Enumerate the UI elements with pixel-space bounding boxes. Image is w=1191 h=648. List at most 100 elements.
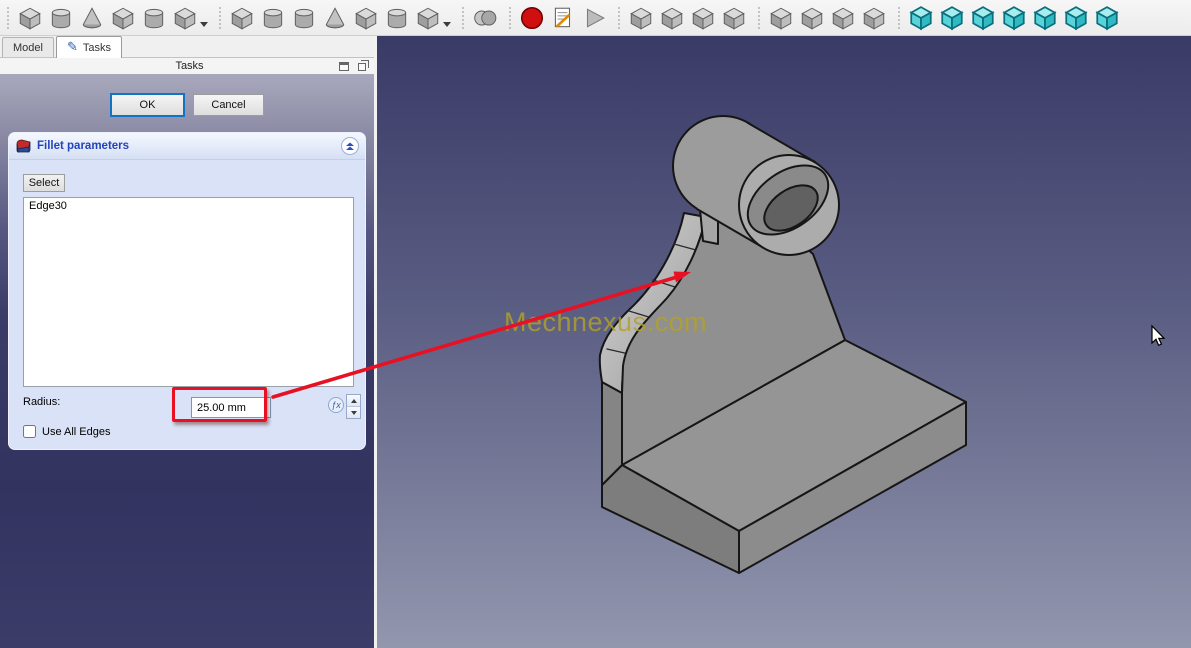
pocket-icon (230, 7, 253, 30)
radius-input[interactable] (191, 397, 271, 418)
additive-primitive-button[interactable] (169, 2, 200, 33)
groove-icon (294, 8, 313, 28)
mirrored-icon (769, 7, 792, 30)
multitransform-button[interactable] (858, 2, 889, 33)
view-isometric-icon (908, 5, 933, 30)
additive-pipe-button[interactable] (107, 2, 138, 33)
record-macro-button[interactable] (516, 2, 547, 33)
macro-tools-group (504, 0, 613, 36)
fillet-dialog-header: Fillet parameters (9, 133, 365, 160)
ok-button[interactable]: OK (110, 93, 185, 117)
thickness-button[interactable] (718, 2, 749, 33)
hole-icon (263, 8, 282, 28)
hole-button[interactable] (257, 2, 288, 33)
subtractive-primitive-button[interactable] (412, 2, 443, 33)
subtractive-primitive-icon (416, 7, 439, 30)
groove-button[interactable] (288, 2, 319, 33)
view-left-button[interactable] (1091, 2, 1122, 33)
edit-macro-icon (554, 7, 570, 28)
combo-view-sidebar: Model ✎ Tasks Tasks OK Cancel Fillet par… (0, 36, 374, 648)
chamfer-button[interactable] (656, 2, 687, 33)
use-all-edges-label: Use All Edges (42, 425, 111, 438)
view-isometric-button[interactable] (905, 2, 936, 33)
polar-pattern-icon (831, 7, 854, 30)
additive-helix-icon (144, 8, 163, 28)
subtractive-loft-icon (325, 6, 344, 28)
subtractive-loft-button[interactable] (319, 2, 350, 33)
record-macro-icon (520, 6, 543, 29)
transform-tools-group (753, 0, 893, 36)
collapse-section-button[interactable] (341, 137, 359, 155)
3d-viewport[interactable]: Mechnexus.com (377, 36, 1191, 648)
edit-macro-button[interactable] (547, 2, 578, 33)
view-right-button[interactable] (998, 2, 1029, 33)
additive-tools-group (2, 0, 214, 36)
additive-helix-button[interactable] (138, 2, 169, 33)
float-panel-icon[interactable] (358, 59, 369, 71)
view-top-icon (970, 5, 995, 30)
view-top-button[interactable] (967, 2, 998, 33)
fillet-button[interactable] (625, 2, 656, 33)
additive-primitive-dropdown-icon[interactable] (200, 22, 208, 27)
dock-panel-icon[interactable] (339, 61, 349, 71)
edge-list[interactable]: Edge30 (23, 197, 354, 387)
boolean-operation-button[interactable] (469, 2, 500, 33)
mouse-cursor (1151, 324, 1166, 347)
tab-model-label: Model (13, 41, 43, 54)
polar-pattern-button[interactable] (827, 2, 858, 33)
mirrored-button[interactable] (765, 2, 796, 33)
draft-icon (691, 7, 714, 30)
execute-macro-button[interactable] (578, 2, 609, 33)
subtractive-tools-group (214, 0, 457, 36)
dressup-tools-group (613, 0, 753, 36)
fillet-dialog-title: Fillet parameters (37, 140, 130, 152)
additive-loft-button[interactable] (76, 2, 107, 33)
revolution-icon (51, 8, 70, 28)
draft-button[interactable] (687, 2, 718, 33)
spin-down-button[interactable] (347, 406, 360, 418)
view-front-icon (939, 5, 964, 30)
pencil-icon: ✎ (66, 38, 78, 54)
select-edges-button[interactable]: Select (23, 174, 65, 192)
additive-primitive-icon (173, 7, 196, 30)
use-all-edges-checkbox[interactable] (23, 425, 36, 438)
cancel-button[interactable]: Cancel (193, 94, 264, 116)
linear-pattern-button[interactable] (796, 2, 827, 33)
boolean-tools-group (457, 0, 504, 36)
cursor-layer (1151, 324, 1166, 347)
view-left-icon (1094, 5, 1119, 30)
subtractive-helix-button[interactable] (381, 2, 412, 33)
fillet-parameters-dialog: Fillet parameters Select Edge30 Radius: … (8, 132, 366, 450)
additive-loft-icon (82, 6, 101, 28)
tab-model[interactable]: Model (2, 37, 54, 57)
subtractive-primitive-dropdown-icon[interactable] (443, 22, 451, 27)
main-toolbar (0, 0, 1191, 36)
boolean-operation-icon (473, 9, 496, 26)
tab-tasks[interactable]: ✎ Tasks (55, 36, 122, 58)
revolution-button[interactable] (45, 2, 76, 33)
additive-pipe-icon (111, 7, 134, 30)
arrow-down-icon (350, 410, 357, 415)
spin-up-button[interactable] (347, 395, 360, 406)
subtractive-helix-icon (387, 8, 406, 28)
thickness-icon (722, 7, 745, 30)
pocket-button[interactable] (226, 2, 257, 33)
chamfer-icon (660, 7, 683, 30)
view-rear-button[interactable] (1029, 2, 1060, 33)
pad-button[interactable] (14, 2, 45, 33)
view-right-icon (1001, 5, 1026, 30)
radius-spinner (346, 394, 361, 419)
fillet-icon (629, 7, 652, 30)
subtractive-pipe-icon (354, 7, 377, 30)
fillet-feature-icon (16, 139, 31, 153)
multitransform-icon (862, 7, 885, 30)
view-front-button[interactable] (936, 2, 967, 33)
formula-expression-icon[interactable]: ƒx (328, 397, 344, 413)
pad-icon (18, 7, 41, 30)
tasks-panel-title: Tasks (175, 60, 204, 72)
tasks-panel-titlebar: Tasks (0, 58, 374, 74)
edge-list-item[interactable]: Edge30 (24, 198, 353, 214)
tasks-panel-content: OK Cancel Fillet parameters Select Edge3… (0, 74, 374, 648)
view-bottom-button[interactable] (1060, 2, 1091, 33)
subtractive-pipe-button[interactable] (350, 2, 381, 33)
